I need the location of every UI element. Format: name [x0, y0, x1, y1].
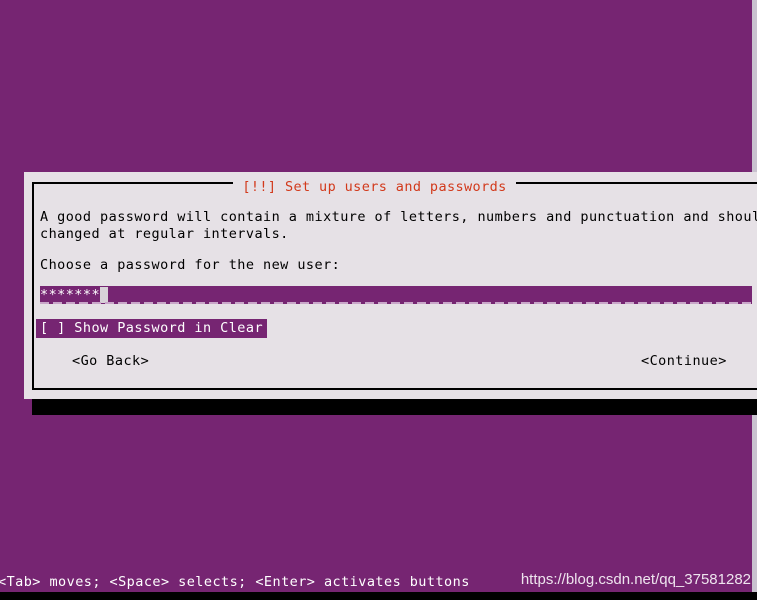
show-password-checkbox[interactable]: [ ] Show Password in Clear [36, 319, 268, 338]
password-input[interactable]: ******* [40, 286, 752, 304]
input-underline [40, 302, 752, 304]
password-prompt-label: Choose a password for the new user: [40, 257, 341, 273]
dialog-shadow [32, 398, 757, 415]
installer-screen: [!!] Set up users and passwords A good p… [0, 0, 757, 600]
password-advice-text: A good password will contain a mixture o… [40, 209, 757, 242]
keyboard-hint-bar: <Tab> moves; <Space> selects; <Enter> ac… [0, 574, 470, 590]
bottom-black-bar [0, 592, 757, 600]
continue-button[interactable]: <Continue> [641, 353, 727, 370]
go-back-button[interactable]: <Go Back> [72, 353, 149, 370]
text-cursor [100, 287, 108, 303]
watermark-url: https://blog.csdn.net/qq_37581282 [520, 571, 751, 588]
